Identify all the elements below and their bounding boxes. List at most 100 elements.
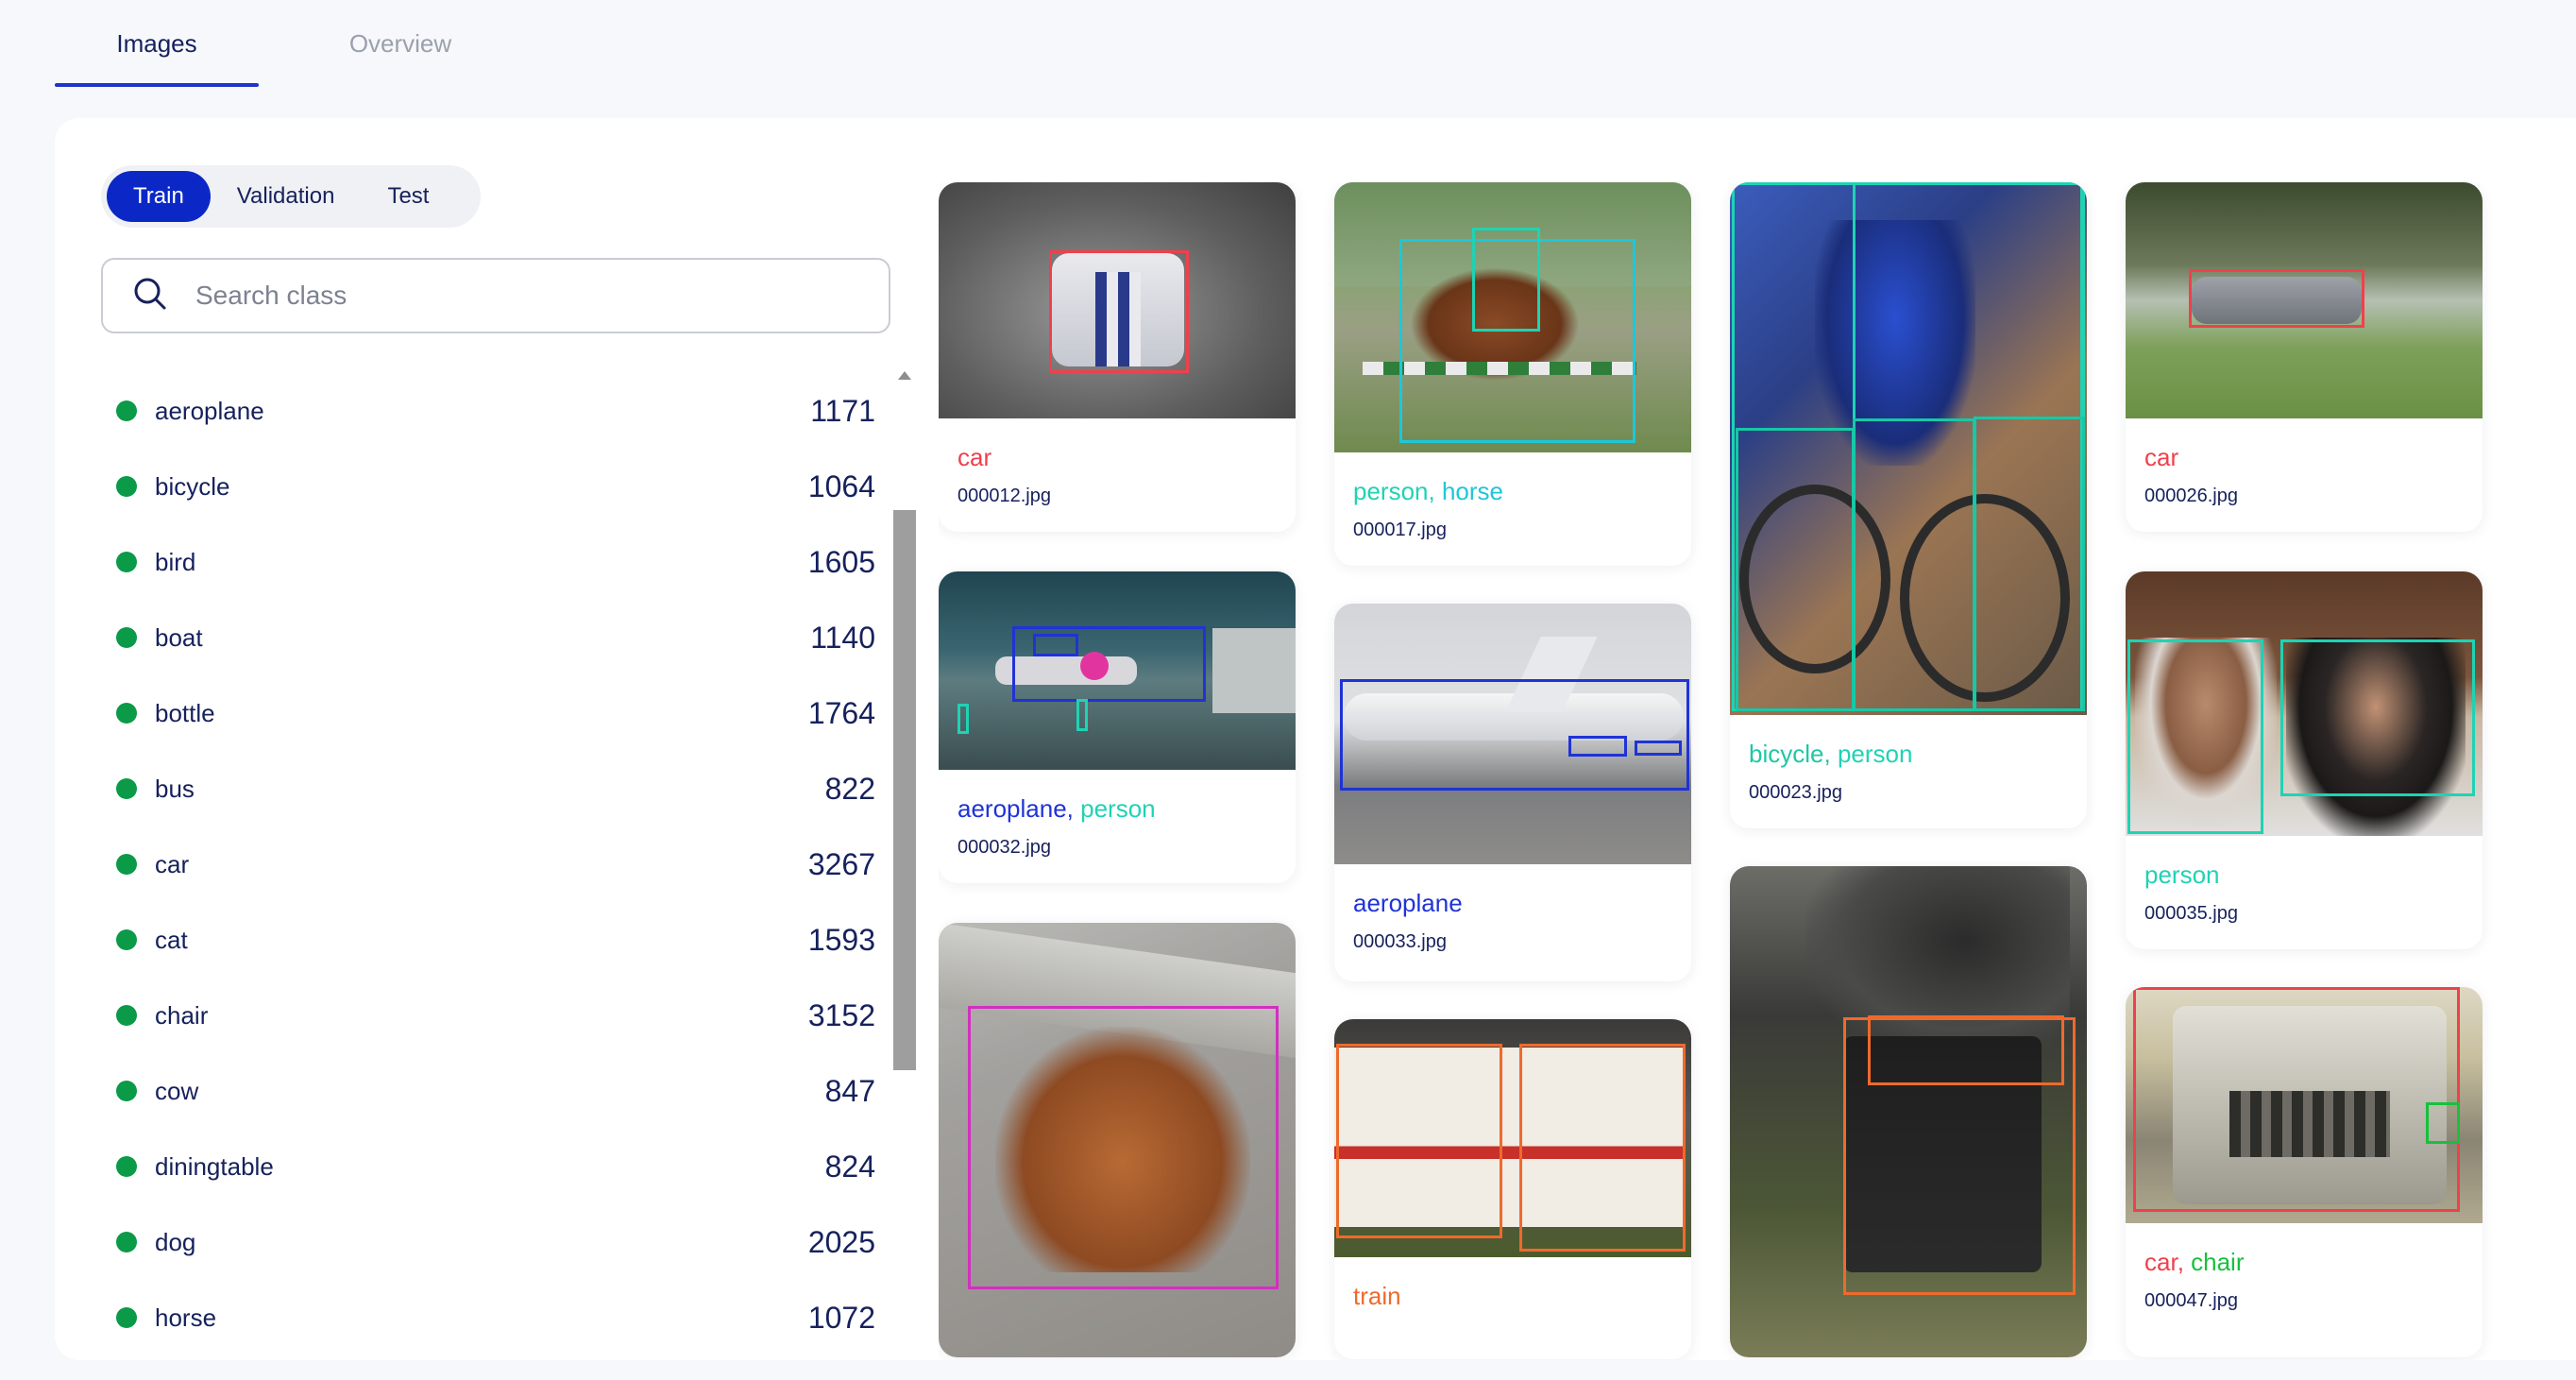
search-icon (131, 275, 169, 317)
card-labels: person, horse (1353, 477, 1503, 505)
card-labels: car, chair (2144, 1248, 2245, 1276)
status-dot (116, 1081, 137, 1101)
image-card-locomotive[interactable] (1730, 866, 2087, 1357)
class-count: 3152 (807, 997, 875, 1032)
tab-images[interactable]: Images (55, 0, 259, 87)
split-test-button[interactable]: Test (361, 171, 455, 222)
scroll-up-icon[interactable] (898, 371, 911, 380)
class-count: 1140 (810, 620, 875, 655)
people-table-image (2126, 571, 2483, 836)
class-count: 3267 (807, 846, 875, 881)
label-car: car (2144, 443, 2179, 471)
label-aeroplane: aeroplane (958, 794, 1067, 823)
label-bicycle: bicycle (1749, 740, 1824, 768)
class-name: bird (155, 547, 196, 576)
card-filename: 000033.jpg (1353, 931, 1447, 952)
class-item-horse[interactable]: horse 1072 (101, 1280, 875, 1355)
airport-image (939, 571, 1296, 770)
image-card-dog[interactable] (939, 923, 1296, 1357)
split-validation-button[interactable]: Validation (211, 171, 362, 222)
card-filename: 000026.jpg (2144, 486, 2238, 506)
card-labels: bicycle, person (1749, 740, 1913, 768)
train-image (1334, 1019, 1691, 1257)
split-train-button[interactable]: Train (107, 171, 211, 222)
label-person: person (1353, 477, 1429, 505)
class-item-bicycle[interactable]: bicycle 1064 (101, 449, 875, 524)
class-name: bottle (155, 698, 215, 727)
aeroplane-image (1334, 604, 1691, 864)
status-dot (116, 627, 137, 648)
status-dot (116, 552, 137, 572)
class-name: horse (155, 1303, 217, 1332)
image-card-train[interactable]: train (1334, 1019, 1691, 1359)
class-item-bottle[interactable]: bottle 1764 (101, 675, 875, 751)
dog-image (939, 923, 1296, 1357)
class-item-cat[interactable]: cat 1593 (101, 902, 875, 978)
class-count: 1064 (807, 469, 875, 503)
class-list-scrollbar[interactable] (890, 371, 919, 1360)
status-dot (116, 1307, 137, 1328)
class-item-car[interactable]: car 3267 (101, 826, 875, 902)
class-name: car (155, 849, 190, 878)
class-count: 1072 (807, 1300, 875, 1335)
class-count: 1593 (807, 922, 875, 957)
card-labels: car (2126, 418, 2483, 472)
card-filename: 000012.jpg (958, 486, 1051, 506)
class-name: chair (155, 1000, 209, 1030)
class-name: dog (155, 1227, 196, 1256)
card-filename: 000047.jpg (2144, 1290, 2238, 1311)
image-card-000032[interactable]: aeroplane, person 000032.jpg (939, 571, 1296, 883)
class-count: 1605 (807, 544, 875, 579)
image-card-000033[interactable]: aeroplane 000033.jpg (1334, 604, 1691, 981)
image-card-000035[interactable]: person 000035.jpg (2126, 571, 2483, 949)
label-person: person (1837, 740, 1913, 768)
class-name: cat (155, 925, 188, 954)
image-card-000026[interactable]: car 000026.jpg (2126, 182, 2483, 532)
class-count: 847 (824, 1073, 875, 1108)
class-count: 1764 (807, 695, 875, 730)
horse-image (1334, 182, 1691, 452)
car-field-image (2126, 182, 2483, 418)
class-item-bird[interactable]: bird 1605 (101, 524, 875, 600)
class-item-bus[interactable]: bus 822 (101, 751, 875, 826)
label-horse: horse (1441, 477, 1503, 505)
class-item-cow[interactable]: cow 847 (101, 1053, 875, 1129)
image-card-000017[interactable]: person, horse 000017.jpg (1334, 182, 1691, 566)
class-item-aeroplane[interactable]: aeroplane 1171 (101, 373, 875, 449)
scrollbar-thumb[interactable] (893, 510, 916, 1070)
search-class-input[interactable] (195, 281, 856, 311)
image-card-000012[interactable]: car 000012.jpg (939, 182, 1296, 532)
card-filename: 000017.jpg (1353, 520, 1447, 540)
class-name: boat (155, 622, 203, 652)
status-dot (116, 1005, 137, 1026)
label-aeroplane: aeroplane (1353, 889, 1463, 917)
class-name: bicycle (155, 471, 230, 501)
split-selector: Train Validation Test (101, 165, 481, 228)
status-dot (116, 1156, 137, 1177)
card-filename: 000032.jpg (958, 837, 1051, 858)
class-name: bus (155, 774, 195, 803)
class-item-diningtable[interactable]: diningtable 824 (101, 1129, 875, 1204)
class-name: cow (155, 1076, 199, 1105)
class-count: 824 (824, 1149, 875, 1184)
class-count: 1171 (810, 393, 875, 428)
label-car: car (958, 443, 992, 471)
tab-overview[interactable]: Overview (259, 0, 542, 87)
label-person: person (2144, 860, 2220, 889)
car-image (939, 182, 1296, 418)
class-item-chair[interactable]: chair 3152 (101, 978, 875, 1053)
label-person: person (1080, 794, 1156, 823)
status-dot (116, 703, 137, 724)
image-card-000047[interactable]: car, chair 000047.jpg (2126, 987, 2483, 1357)
status-dot (116, 1232, 137, 1252)
status-dot (116, 778, 137, 799)
class-name: aeroplane (155, 396, 264, 425)
jeep-image (2126, 987, 2483, 1223)
image-card-000023[interactable]: bicycle, person 000023.jpg (1730, 182, 2087, 828)
class-count: 822 (824, 771, 875, 806)
card-filename: 000023.jpg (1749, 782, 1842, 803)
cyclist-image (1730, 182, 2087, 715)
card-labels: car (939, 418, 1296, 472)
class-item-dog[interactable]: dog 2025 (101, 1204, 875, 1280)
class-item-boat[interactable]: boat 1140 (101, 600, 875, 675)
